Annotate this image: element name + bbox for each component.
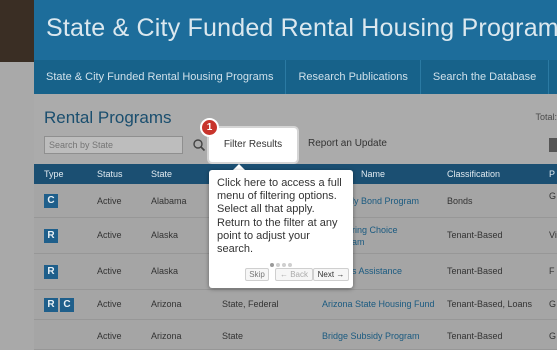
program-name-link-line2[interactable]: am xyxy=(352,236,365,248)
total-label: Total: xyxy=(535,112,557,122)
status-cell: Active xyxy=(97,299,122,309)
tour-skip-button[interactable]: Skip xyxy=(245,268,269,281)
nav-item-search-database[interactable]: Search the Database xyxy=(421,60,550,94)
column-header-name[interactable]: Name xyxy=(361,169,385,179)
program-name-link[interactable]: ly Bond Program xyxy=(352,195,419,207)
tour-dot xyxy=(288,263,292,267)
column-header-type[interactable]: Type xyxy=(44,169,64,179)
column-header-classification[interactable]: Classification xyxy=(447,169,500,179)
extra-cell: G xyxy=(549,331,557,341)
filter-results-button[interactable]: Filter Results xyxy=(209,128,297,162)
type-badge: R xyxy=(44,265,58,279)
main-nav: State & City Funded Rental Housing Progr… xyxy=(34,60,557,94)
status-cell: Active xyxy=(97,230,122,240)
program-name-link[interactable]: Bridge Subsidy Program xyxy=(322,330,420,342)
tour-tooltip: Click here to access a full menu of filt… xyxy=(209,170,353,288)
status-cell: Active xyxy=(97,196,122,206)
status-cell: Active xyxy=(97,266,122,276)
classification-cell: Bonds xyxy=(447,196,473,206)
state-cell: Alaska xyxy=(151,266,179,276)
extra-cell: F xyxy=(549,266,555,276)
state-cell: Alaska xyxy=(151,230,179,240)
nav-item-programs[interactable]: State & City Funded Rental Housing Progr… xyxy=(34,60,287,94)
classification-cell: Tenant-Based xyxy=(447,331,503,341)
page-title: State & City Funded Rental Housing Progr… xyxy=(46,14,557,42)
classification-cell: Tenant-Based, Loans xyxy=(447,299,533,309)
state-cell: Arizona xyxy=(151,299,182,309)
tour-next-button[interactable]: Next → xyxy=(313,268,349,281)
extra-cell: G xyxy=(549,191,557,201)
type-badge: C xyxy=(44,194,58,208)
column-header-state[interactable]: State xyxy=(151,169,172,179)
program-name-link[interactable]: s Assistance xyxy=(352,265,402,277)
tour-dot-active xyxy=(270,263,274,267)
level-cell: State, Federal xyxy=(222,299,279,309)
section-title: Rental Programs xyxy=(44,108,172,127)
tour-back-button[interactable]: ← Back xyxy=(275,268,313,281)
toolbar-button[interactable] xyxy=(549,138,557,152)
column-header-status[interactable]: Status xyxy=(97,169,123,179)
search-icon[interactable] xyxy=(192,138,206,152)
program-name-link[interactable]: ring Choice xyxy=(352,224,398,236)
table-row[interactable]: Active Arizona State Bridge Subsidy Prog… xyxy=(34,320,557,350)
type-badge: R xyxy=(44,229,58,243)
extra-cell: Vi xyxy=(549,230,557,240)
level-cell: State xyxy=(222,331,244,341)
nav-item-publications[interactable]: Research Publications xyxy=(286,60,421,94)
status-cell: Active xyxy=(97,331,122,341)
page: State & City Funded Rental Housing Progr… xyxy=(0,0,557,350)
tour-dot xyxy=(276,263,280,267)
tour-dot xyxy=(282,263,286,267)
table-row[interactable]: R C Active Arizona State, Federal Arizon… xyxy=(34,290,557,320)
tour-tooltip-text: Click here to access a full menu of filt… xyxy=(217,177,342,256)
report-update-button[interactable]: Report an Update xyxy=(302,134,393,153)
nav-item-more[interactable]: Al xyxy=(549,60,557,94)
extra-cell: G xyxy=(549,299,557,309)
type-badge: C xyxy=(60,298,74,312)
classification-cell: Tenant-Based xyxy=(447,230,503,240)
state-cell: Arizona xyxy=(151,331,182,341)
program-name-link[interactable]: Arizona State Housing Fund xyxy=(322,298,435,310)
search-input[interactable] xyxy=(44,136,183,154)
type-badge: R xyxy=(44,298,58,312)
column-header-extra[interactable]: P xyxy=(549,169,555,179)
tour-step-badge: 1 xyxy=(200,118,219,137)
state-cell: Alabama xyxy=(151,196,187,206)
background-strip xyxy=(0,0,34,62)
hero-banner: State & City Funded Rental Housing Progr… xyxy=(34,0,557,60)
classification-cell: Tenant-Based xyxy=(447,266,503,276)
